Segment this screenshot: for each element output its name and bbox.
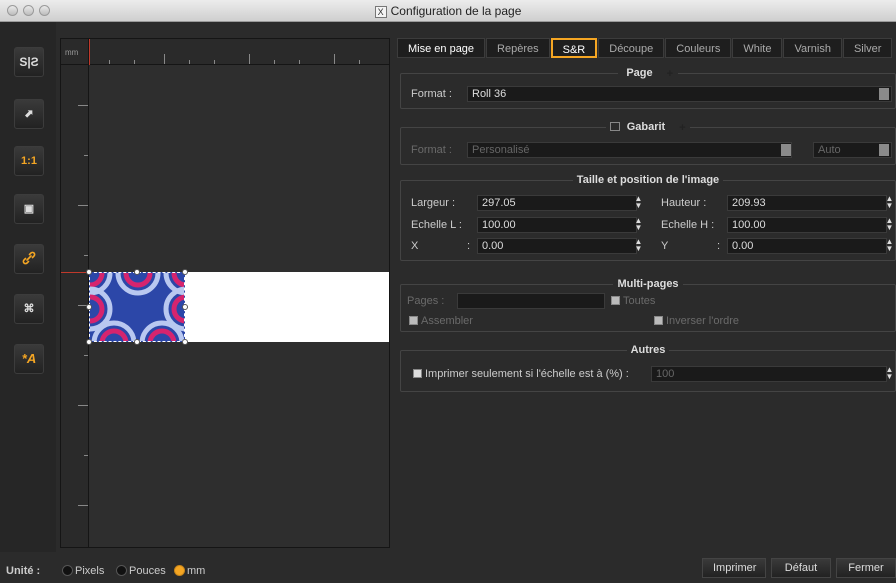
actual-size-icon: 1:1 [21, 155, 37, 167]
unit-mm-radio[interactable]: mm [174, 565, 205, 577]
print-scale-checkbox[interactable]: Imprimer seulement si l'échelle est à (%… [413, 368, 629, 380]
chevron-down-icon [879, 144, 889, 156]
app-icon: X [374, 6, 387, 18]
unit-label: Unité : [6, 565, 41, 577]
echelle-l-stepper[interactable]: ▲ ▼ [634, 217, 643, 233]
tab-silver[interactable]: Silver [842, 38, 893, 58]
hauteur-stepper[interactable]: ▲ ▼ [885, 195, 894, 211]
defaut-button[interactable]: Défaut [771, 558, 831, 578]
unit-pixels-radio[interactable]: Pixels [62, 565, 104, 577]
fit-frame-icon: ▣ [23, 203, 35, 215]
link-button[interactable] [14, 244, 44, 274]
horizontal-ruler[interactable] [89, 39, 389, 65]
export-button[interactable]: ⬈ [14, 99, 44, 129]
chevron-down-icon [781, 144, 791, 156]
gabarit-format-select[interactable]: Personalisé [467, 142, 792, 158]
settings-panel: Mise en page Repères S&R Découpe Couleur… [397, 38, 896, 553]
resize-handle[interactable] [182, 304, 188, 310]
pages-label: Pages : [407, 295, 445, 307]
tab-couleurs[interactable]: Couleurs [665, 38, 732, 58]
gabarit-checkbox[interactable] [609, 122, 620, 131]
window-titlebar: X Configuration de la page [0, 0, 896, 22]
gabarit-format-label: Format : [411, 144, 452, 156]
largeur-input[interactable]: 297.05 [477, 195, 637, 211]
add-page-button[interactable]: + [662, 69, 674, 80]
echelle-h-input[interactable]: 100.00 [727, 217, 887, 233]
echelle-l-input[interactable]: 100.00 [477, 217, 637, 233]
print-scale-stepper[interactable]: ▲ ▼ [885, 366, 894, 382]
y-stepper[interactable]: ▲ ▼ [885, 238, 894, 254]
echelle-h-label: Echelle H : [661, 219, 715, 231]
echelle-h-stepper[interactable]: ▲ ▼ [885, 217, 894, 233]
window-title: X Configuration de la page [0, 4, 896, 18]
resize-handle[interactable] [134, 339, 140, 345]
export-icon: ⬈ [24, 108, 34, 120]
center-icon: ⌘ [23, 303, 35, 315]
gabarit-title: Gabarit [622, 121, 670, 133]
size-group-title: Taille et position de l'image [572, 174, 724, 186]
toutes-checkbox[interactable]: Toutes [611, 295, 655, 307]
pages-input[interactable] [457, 293, 605, 309]
tab-mise-en-page[interactable]: Mise en page [397, 38, 486, 58]
mirror-icon: S|Ƨ [19, 55, 39, 69]
page-group-title: Page [622, 67, 657, 79]
unit-selector: Unité : Pixels Pouces mm [0, 558, 400, 583]
size-position-group: Taille et position de l'image Largeur : … [400, 174, 896, 261]
mirror-button[interactable]: S|Ƨ [14, 47, 44, 77]
resize-handle[interactable] [182, 339, 188, 345]
x-stepper[interactable]: ▲ ▼ [634, 238, 643, 254]
y-label: Y [661, 240, 669, 252]
actual-size-button[interactable]: 1:1 [14, 146, 44, 176]
tab-bar: Mise en page Repères S&R Découpe Couleur… [397, 38, 893, 60]
tab-varnish[interactable]: Varnish [783, 38, 842, 58]
vertical-ruler[interactable] [61, 65, 89, 547]
print-scale-input[interactable]: 100 [651, 366, 887, 382]
tab-reperes[interactable]: Repères [486, 38, 550, 58]
resize-handle[interactable] [86, 304, 92, 310]
fit-frame-button[interactable]: ▣ [14, 194, 44, 224]
auto-text-button[interactable]: *A [14, 344, 44, 374]
resize-handle[interactable] [86, 339, 92, 345]
ruler-unit: mm [61, 39, 89, 65]
gabarit-group: Gabarit + Format : Personalisé Auto [400, 121, 896, 165]
left-toolbar: S|Ƨ ⬈ 1:1 ▣ ⌘ *A [0, 22, 56, 552]
echelle-l-label: Echelle L : [411, 219, 462, 231]
resize-handle[interactable] [182, 269, 188, 275]
add-gabarit-button[interactable]: + [675, 123, 687, 134]
inverser-ordre-checkbox[interactable]: Inverser l'ordre [654, 315, 739, 327]
largeur-stepper[interactable]: ▲ ▼ [634, 195, 643, 211]
page-format-select[interactable]: Roll 36 [467, 86, 892, 102]
image-preview[interactable] [89, 272, 185, 342]
multipages-group: Multi-pages Pages : Toutes Assembler Inv… [400, 278, 896, 332]
autres-group: Autres Imprimer seulement si l'échelle e… [400, 344, 896, 392]
page-format-label: Format : [411, 88, 452, 100]
tab-s-and-r[interactable]: S&R [550, 38, 598, 58]
y-input[interactable]: 0.00 [727, 238, 887, 254]
assembler-checkbox[interactable]: Assembler [409, 315, 473, 327]
chevron-down-icon [879, 88, 889, 100]
tab-white[interactable]: White [732, 38, 783, 58]
link-icon [21, 251, 37, 266]
multipages-title: Multi-pages [613, 278, 683, 290]
hauteur-label: Hauteur : [661, 197, 707, 209]
auto-text-icon: *A [21, 351, 37, 366]
tab-decoupe[interactable]: Découpe [598, 38, 665, 58]
pattern-image [90, 273, 184, 341]
resize-handle[interactable] [134, 269, 140, 275]
autres-title: Autres [626, 344, 670, 356]
center-button[interactable]: ⌘ [14, 294, 44, 324]
imprimer-button[interactable]: Imprimer [702, 558, 766, 578]
x-label: X [411, 240, 419, 252]
hauteur-input[interactable]: 209.93 [727, 195, 887, 211]
unit-inches-radio[interactable]: Pouces [116, 565, 166, 577]
fermer-button[interactable]: Fermer [836, 558, 896, 578]
resize-handle[interactable] [86, 269, 92, 275]
x-input[interactable]: 0.00 [477, 238, 637, 254]
largeur-label: Largeur : [411, 197, 456, 209]
preview-canvas[interactable]: mm [60, 38, 390, 548]
page-group: Page + Format : Roll 36 [400, 67, 896, 109]
